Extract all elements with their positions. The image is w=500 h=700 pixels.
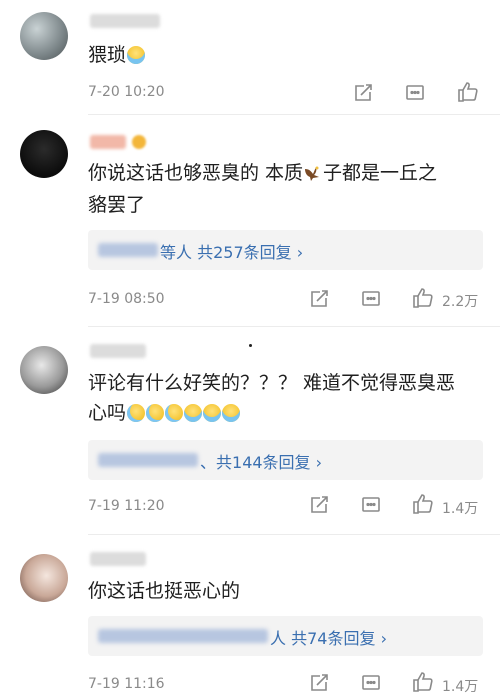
- username-blurred[interactable]: [90, 552, 146, 566]
- comment-text-content: 猥琐: [88, 44, 127, 66]
- comment-text: 你这话也挺恶心的: [88, 580, 241, 602]
- comment-button[interactable]: [360, 288, 382, 310]
- crying-emoji: [203, 404, 222, 422]
- stray-dot: [249, 344, 252, 347]
- like-icon: [413, 494, 433, 514]
- reply-suffix: 等人: [160, 243, 193, 262]
- reply-summary-box[interactable]: 人 共74条回复 ›: [88, 616, 483, 656]
- comment-text: 猥琐: [88, 40, 146, 70]
- comment-icon: [406, 85, 424, 100]
- reply-suffix: 人: [270, 629, 287, 648]
- share-icon: [311, 496, 328, 513]
- share-button[interactable]: [308, 672, 330, 694]
- replier-names-blurred: [98, 453, 198, 467]
- comment-text: 你说这话也够恶臭的 本质 子都是一丘之: [88, 158, 437, 188]
- avatar[interactable]: [20, 12, 68, 60]
- avatar[interactable]: [20, 346, 68, 394]
- chevron-right-icon: ›: [315, 453, 323, 472]
- share-icon: [311, 290, 328, 307]
- comment-text-line2: 心吗: [88, 398, 241, 428]
- reply-summary: 、共144条回复 ›: [200, 449, 322, 473]
- share-button[interactable]: [308, 494, 330, 516]
- comment-button[interactable]: [404, 82, 426, 104]
- replier-names-blurred: [98, 243, 158, 257]
- like-icon: [413, 672, 433, 692]
- user-badge-icon: [132, 135, 146, 149]
- like-count: 2.2万: [442, 294, 479, 310]
- like-button[interactable]: [411, 492, 435, 516]
- comment-text-line2: 貉罢了: [88, 194, 146, 216]
- like-icon: [413, 288, 433, 308]
- chevron-right-icon: ›: [296, 243, 304, 262]
- divider: [88, 534, 500, 535]
- like-button[interactable]: [411, 670, 435, 694]
- comment-icon: [362, 675, 380, 690]
- comment-icon: [362, 291, 380, 306]
- like-button[interactable]: [456, 80, 480, 104]
- eagle-emoji: [305, 166, 320, 181]
- reply-summary-box[interactable]: 、共144条回复 ›: [88, 440, 483, 480]
- reply-suffix: 、: [200, 453, 217, 472]
- divider: [88, 114, 500, 115]
- like-button[interactable]: [411, 286, 435, 310]
- comment-time: 7-19 11:16: [88, 676, 165, 692]
- comment-text-part: 子都是一丘之: [323, 162, 438, 184]
- crying-emoji: [184, 404, 203, 422]
- share-button[interactable]: [308, 288, 330, 310]
- sweat-emoji: [165, 404, 184, 422]
- comment-button[interactable]: [360, 494, 382, 516]
- reply-summary: 人 共74条回复 ›: [270, 625, 387, 649]
- reply-count-link[interactable]: 共144条回复: [216, 453, 311, 472]
- comment-time: 7-20 10:20: [88, 84, 165, 100]
- replier-names-blurred: [98, 629, 268, 643]
- like-icon: [458, 82, 478, 102]
- divider: [88, 326, 500, 327]
- share-icon: [311, 674, 328, 691]
- username-blurred[interactable]: [90, 135, 126, 149]
- comment-icon: [362, 497, 380, 512]
- avatar[interactable]: [20, 130, 68, 178]
- reply-summary: 等人 共257条回复 ›: [160, 239, 303, 263]
- like-count: 1.4万: [442, 501, 479, 517]
- like-count: 1.4万: [442, 679, 479, 695]
- sweat-emoji: [127, 404, 146, 422]
- avatar[interactable]: [20, 554, 68, 602]
- username-blurred[interactable]: [90, 344, 146, 358]
- comment-text-part: 你说这话也够恶臭的 本质: [88, 162, 304, 184]
- comment-time: 7-19 11:20: [88, 498, 165, 514]
- share-button[interactable]: [352, 82, 374, 104]
- comment-button[interactable]: [360, 672, 382, 694]
- comment-time: 7-19 08:50: [88, 291, 165, 307]
- comment-text: 评论有什么好笑的？？？ 难道不觉得恶臭恶: [88, 372, 456, 394]
- comment-text-part: 心吗: [88, 402, 127, 424]
- reply-summary-box[interactable]: 等人 共257条回复 ›: [88, 230, 483, 270]
- reply-count-link[interactable]: 共257条回复: [197, 243, 292, 262]
- username-blurred[interactable]: [90, 14, 160, 28]
- reply-count-link[interactable]: 共74条回复: [291, 629, 375, 648]
- chevron-right-icon: ›: [380, 629, 387, 648]
- crying-emoji: [222, 404, 241, 422]
- share-icon: [355, 84, 372, 101]
- crying-emoji: [127, 46, 146, 64]
- sweat-emoji: [146, 404, 165, 422]
